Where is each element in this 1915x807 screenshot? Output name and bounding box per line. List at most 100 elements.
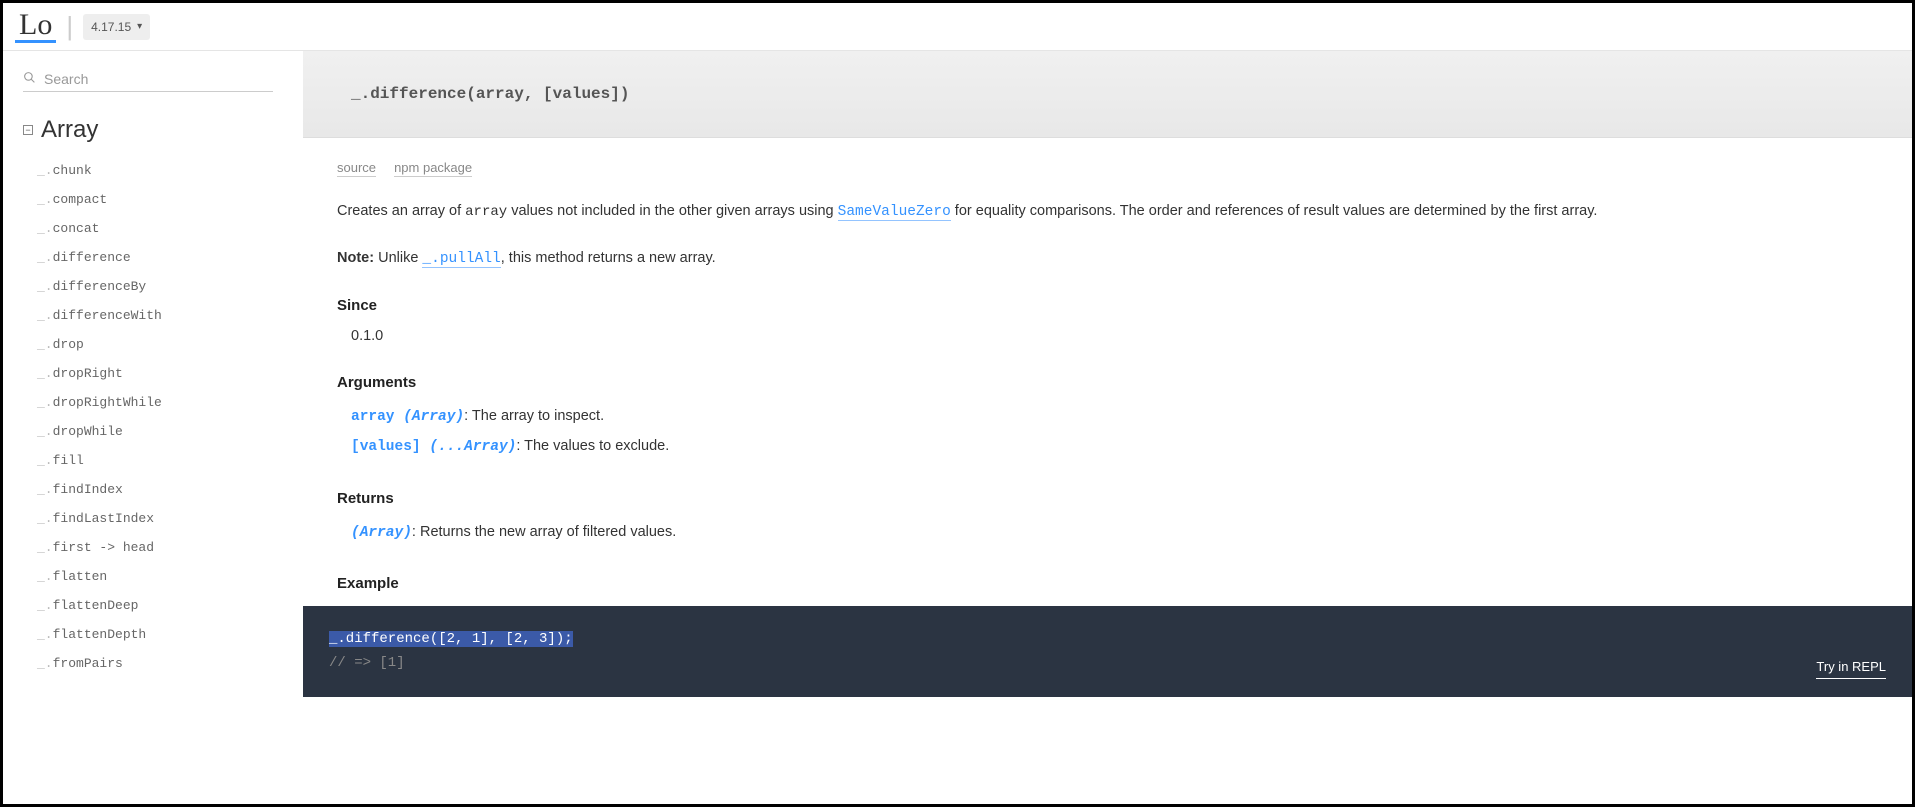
example-code: _.difference([2, 1], [2, 3]); // => [1] …	[303, 606, 1912, 698]
fn-prefix: _.	[37, 540, 53, 555]
npm-link[interactable]: npm package	[394, 160, 472, 177]
version-label: 4.17.15	[91, 20, 131, 34]
fn-name: concat	[53, 221, 100, 236]
sidebar: − Array _.chunk_.compact_.concat_.differ…	[3, 51, 303, 804]
fn-prefix: _.	[37, 395, 53, 410]
note-text: , this method returns a new array.	[501, 250, 716, 266]
sidebar-item-concat[interactable]: _.concat	[37, 214, 303, 243]
fn-name: flattenDepth	[53, 627, 147, 642]
arg-desc: : The values to exclude.	[516, 438, 669, 454]
fn-name: drop	[53, 337, 84, 352]
fn-prefix: _.	[37, 511, 53, 526]
fn-prefix: _.	[37, 192, 53, 207]
chevron-down-icon: ▾	[137, 21, 142, 32]
arg-name: array	[351, 409, 395, 425]
fn-prefix: _.	[37, 627, 53, 642]
arguments-block: array (Array): The array to inspect. [val…	[337, 405, 1878, 459]
fn-name: findIndex	[53, 482, 123, 497]
inline-code: array	[465, 204, 507, 220]
sidebar-item-first-head[interactable]: _.first -> head	[37, 533, 303, 562]
sidebar-item-compact[interactable]: _.compact	[37, 185, 303, 214]
sidebar-item-frompairs[interactable]: _.fromPairs	[37, 649, 303, 678]
fn-name: compact	[53, 192, 108, 207]
fn-name: difference	[53, 250, 131, 265]
returns-heading: Returns	[337, 490, 1878, 507]
header: Lo | 4.17.15 ▾	[3, 3, 1912, 51]
code-output: // => [1]	[329, 652, 1886, 676]
sidebar-item-flattendeep[interactable]: _.flattenDeep	[37, 591, 303, 620]
search-icon	[23, 71, 36, 87]
sidebar-item-chunk[interactable]: _.chunk	[37, 156, 303, 185]
collapse-icon[interactable]: −	[23, 125, 33, 135]
fn-name: dropRightWhile	[53, 395, 162, 410]
argument-item: array (Array): The array to inspect.	[337, 405, 1878, 429]
arguments-heading: Arguments	[337, 374, 1878, 391]
sidebar-item-differencewith[interactable]: _.differenceWith	[37, 301, 303, 330]
try-in-repl-link[interactable]: Try in REPL	[1816, 656, 1886, 679]
note: Note: Unlike _.pullAll, this method retu…	[337, 250, 1878, 267]
fn-name: dropRight	[53, 366, 123, 381]
source-link[interactable]: source	[337, 160, 376, 177]
fn-name: differenceBy	[53, 279, 147, 294]
return-type: (Array)	[351, 525, 412, 541]
sidebar-item-differenceby[interactable]: _.differenceBy	[37, 272, 303, 301]
desc-text: Creates an array of	[337, 203, 465, 219]
search-input[interactable]	[44, 71, 273, 87]
example-heading: Example	[337, 575, 1878, 592]
fn-prefix: _.	[37, 337, 53, 352]
fn-prefix: _.	[37, 482, 53, 497]
fn-name: fill	[53, 453, 84, 468]
arg-desc: : The array to inspect.	[464, 408, 604, 424]
sidebar-item-dropwhile[interactable]: _.dropWhile	[37, 417, 303, 446]
sidebar-item-drop[interactable]: _.drop	[37, 330, 303, 359]
body: − Array _.chunk_.compact_.concat_.differ…	[3, 51, 1912, 804]
return-desc: : Returns the new array of filtered valu…	[412, 524, 676, 540]
main-content: _.difference(array, [values]) source npm…	[303, 51, 1912, 804]
sidebar-item-droprightwhile[interactable]: _.dropRightWhile	[37, 388, 303, 417]
sidebar-item-difference[interactable]: _.difference	[37, 243, 303, 272]
pullall-link[interactable]: _.pullAll	[422, 251, 500, 268]
desc-text: values not included in the other given a…	[507, 203, 837, 219]
sidebar-item-dropright[interactable]: _.dropRight	[37, 359, 303, 388]
sidebar-item-findindex[interactable]: _.findIndex	[37, 475, 303, 504]
header-divider: |	[66, 11, 73, 42]
fn-name: chunk	[53, 163, 92, 178]
signature: _.difference(array, [values])	[351, 85, 629, 103]
category-header[interactable]: − Array	[23, 116, 303, 144]
sidebar-item-flatten[interactable]: _.flatten	[37, 562, 303, 591]
samevaluezero-link[interactable]: SameValueZero	[838, 204, 951, 221]
fn-prefix: _.	[37, 308, 53, 323]
fn-prefix: _.	[37, 250, 53, 265]
search-field[interactable]	[23, 71, 273, 92]
category-title: Array	[41, 116, 98, 144]
sidebar-item-fill[interactable]: _.fill	[37, 446, 303, 475]
fn-name: first -> head	[53, 540, 154, 555]
fn-name: dropWhile	[53, 424, 123, 439]
argument-item: [values] (...Array): The values to exclu…	[337, 435, 1878, 459]
code-line: _.difference([2, 1], [2, 3]);	[329, 628, 1886, 652]
arg-name: [values]	[351, 439, 421, 455]
note-label: Note:	[337, 250, 374, 266]
returns-block: (Array): Returns the new array of filter…	[337, 521, 1878, 545]
version-select[interactable]: 4.17.15 ▾	[83, 14, 150, 40]
fn-prefix: _.	[37, 656, 53, 671]
fn-prefix: _.	[37, 163, 53, 178]
sidebar-item-findlastindex[interactable]: _.findLastIndex	[37, 504, 303, 533]
logo[interactable]: Lo	[15, 10, 56, 43]
doc-body: source npm package Creates an array of a…	[303, 138, 1912, 804]
fn-prefix: _.	[37, 424, 53, 439]
fn-prefix: _.	[37, 569, 53, 584]
description: Creates an array of array values not inc…	[337, 200, 1878, 224]
arg-type: (...Array)	[421, 439, 517, 455]
sidebar-item-flattendepth[interactable]: _.flattenDepth	[37, 620, 303, 649]
fn-name: flattenDeep	[53, 598, 139, 613]
desc-text: for equality comparisons. The order and …	[951, 203, 1598, 219]
code-selected: _.difference([2, 1], [2, 3]);	[329, 631, 573, 647]
fn-name: fromPairs	[53, 656, 123, 671]
since-heading: Since	[337, 297, 1878, 314]
fn-name: differenceWith	[53, 308, 162, 323]
fn-prefix: _.	[37, 279, 53, 294]
fn-name: flatten	[53, 569, 108, 584]
signature-bar: _.difference(array, [values])	[303, 51, 1912, 138]
fn-prefix: _.	[37, 453, 53, 468]
